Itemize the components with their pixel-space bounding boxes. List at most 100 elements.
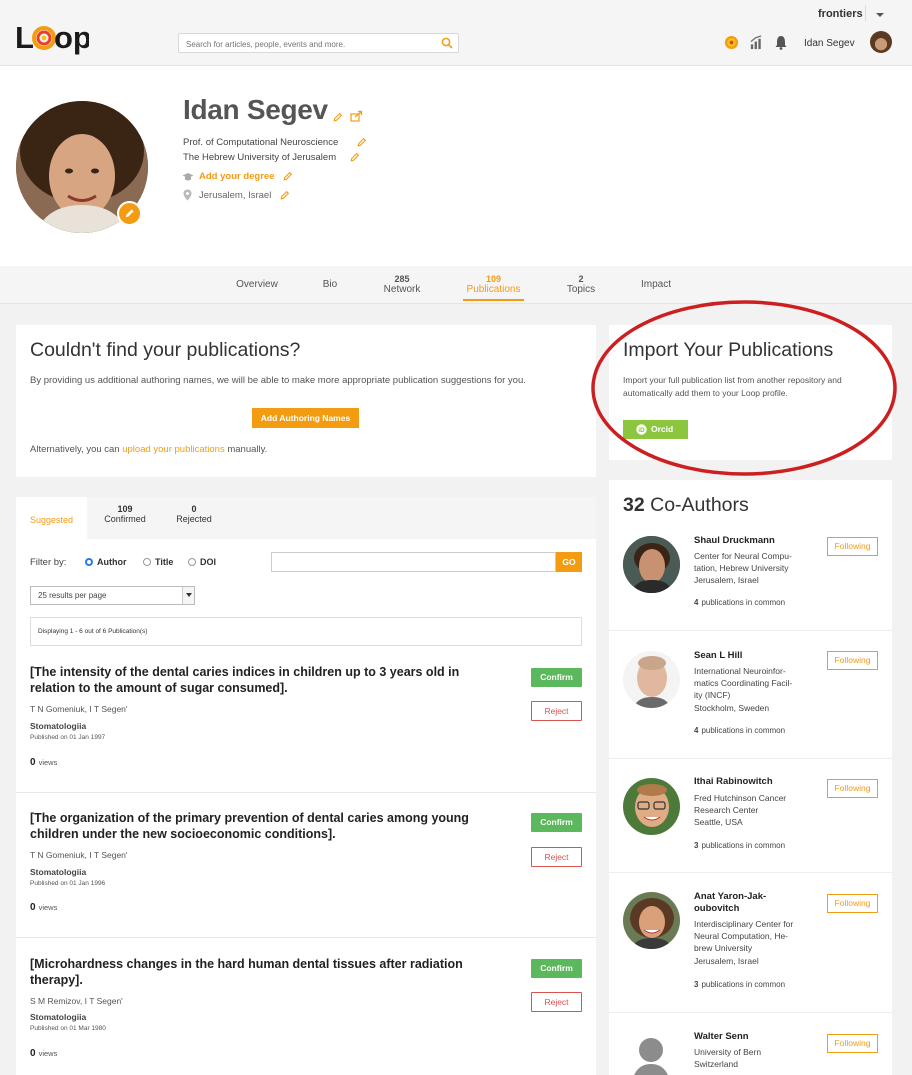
edit-name-pencil-icon[interactable] bbox=[333, 112, 343, 122]
coauthor-divider bbox=[609, 630, 892, 631]
chevron-down-icon[interactable] bbox=[873, 9, 887, 21]
confirm-button[interactable]: Confirm bbox=[531, 668, 582, 687]
loop-logo[interactable]: L op bbox=[15, 19, 89, 55]
following-button[interactable]: Following bbox=[827, 779, 878, 798]
header-user-name[interactable]: Idan Segev bbox=[804, 38, 855, 49]
coauthor-avatar[interactable] bbox=[623, 651, 680, 708]
rejected-label: Rejected bbox=[176, 514, 212, 524]
common-label: publications in common bbox=[701, 980, 786, 989]
common-count: 4 bbox=[694, 726, 699, 735]
reject-button[interactable]: Reject bbox=[531, 847, 582, 867]
filter-doi-radio[interactable]: DOI bbox=[188, 557, 216, 567]
add-degree-link[interactable]: Add your degree bbox=[199, 171, 275, 182]
publication-authors: T N Gomeniuk, I T Segen' bbox=[30, 704, 128, 714]
affiliation-line: tation, Hebrew University bbox=[694, 563, 789, 574]
following-button[interactable]: Following bbox=[827, 1034, 878, 1053]
per-page-select[interactable]: 25 results per page bbox=[30, 586, 195, 605]
loop-coin-icon[interactable] bbox=[724, 35, 739, 50]
pub-tab-suggested[interactable]: Suggested bbox=[30, 515, 73, 525]
radio-selected-icon bbox=[85, 558, 93, 566]
reject-button[interactable]: Reject bbox=[531, 701, 582, 721]
share-icon[interactable] bbox=[350, 110, 363, 122]
publication-views: 0 views bbox=[30, 1048, 57, 1059]
frontiers-brand-link[interactable]: frontiers bbox=[818, 8, 863, 20]
tab-bio[interactable]: Bio bbox=[316, 279, 344, 290]
coauthor-name[interactable]: Walter Senn bbox=[694, 1031, 804, 1043]
publication-title[interactable]: [The intensity of the dental caries indi… bbox=[30, 664, 490, 696]
coauthor-avatar[interactable] bbox=[623, 778, 680, 835]
coauthor-avatar[interactable] bbox=[623, 536, 680, 593]
views-count: 0 bbox=[30, 902, 36, 913]
affiliation-line: International Neuroinfor- bbox=[694, 666, 786, 676]
search-box[interactable] bbox=[178, 33, 459, 54]
views-label: views bbox=[38, 758, 58, 767]
publication-title[interactable]: [Microhardness changes in the hard human… bbox=[30, 956, 490, 988]
profile-location: Jerusalem, Israel bbox=[199, 190, 272, 201]
tab-overview[interactable]: Overview bbox=[229, 279, 285, 290]
find-publications-text: By providing us additional authoring nam… bbox=[30, 375, 526, 386]
affiliation-line: Seattle, USA bbox=[694, 817, 743, 828]
common-label: publications in common bbox=[701, 726, 786, 735]
coauthor-affiliation: University of Bern Switzerland bbox=[694, 1046, 812, 1070]
coauthor-name[interactable]: Ithai Rabinowitch bbox=[694, 776, 804, 788]
coauthor-name[interactable]: Anat Yaron-Jak- oubovitch bbox=[694, 891, 804, 915]
following-button[interactable]: Following bbox=[827, 894, 878, 913]
coauthor-avatar[interactable] bbox=[623, 892, 680, 949]
reject-button[interactable]: Reject bbox=[531, 992, 582, 1012]
search-input[interactable] bbox=[179, 35, 429, 54]
confirmed-count: 109 bbox=[117, 504, 133, 514]
header-divider bbox=[865, 5, 866, 21]
edit-photo-button[interactable] bbox=[117, 201, 142, 226]
views-count: 0 bbox=[30, 1048, 36, 1059]
views-count: 0 bbox=[30, 757, 36, 768]
add-authoring-names-button[interactable]: Add Authoring Names bbox=[252, 408, 359, 428]
location-pin-icon bbox=[183, 189, 192, 201]
bell-icon[interactable] bbox=[774, 35, 788, 50]
publication-divider bbox=[16, 792, 596, 793]
pub-tab-confirmed[interactable]: 109 Confirmed bbox=[100, 504, 150, 524]
alt-suffix: manually. bbox=[224, 444, 268, 455]
coauthor-affiliation: Interdisciplinary Center for Neural Compu… bbox=[694, 918, 812, 967]
edit-position-pencil-icon[interactable] bbox=[357, 137, 367, 147]
following-button[interactable]: Following bbox=[827, 651, 878, 670]
upload-alternative-text: Alternatively, you can upload your publi… bbox=[30, 443, 267, 456]
coauthor-name[interactable]: Shaul Druckmann bbox=[694, 535, 804, 547]
coauthors-title: 32 Co-Authors bbox=[623, 494, 749, 517]
filter-input[interactable] bbox=[271, 552, 556, 572]
publication-journal: Stomatologiia bbox=[30, 1012, 87, 1022]
affiliation-line: University of Bern bbox=[694, 1047, 762, 1057]
affiliation-line: Stockholm, Sweden bbox=[694, 702, 770, 713]
search-icon[interactable] bbox=[441, 37, 453, 49]
tab-network[interactable]: 285 Network bbox=[377, 274, 427, 295]
confirm-button[interactable]: Confirm bbox=[531, 813, 582, 832]
coauthor-name[interactable]: Sean L Hill bbox=[694, 650, 804, 662]
publication-title[interactable]: [The organization of the primary prevent… bbox=[30, 810, 490, 842]
go-button[interactable]: GO bbox=[556, 552, 582, 572]
coauthor-divider bbox=[609, 872, 892, 873]
radio-icon bbox=[143, 558, 151, 566]
tab-impact[interactable]: Impact bbox=[634, 279, 678, 290]
edit-institution-pencil-icon[interactable] bbox=[350, 152, 360, 162]
upload-publications-link[interactable]: upload your publications bbox=[122, 444, 224, 455]
confirm-button[interactable]: Confirm bbox=[531, 959, 582, 978]
pencil-icon bbox=[125, 209, 134, 218]
coauthor-affiliation: International Neuroinfor-matics Coordina… bbox=[694, 665, 812, 714]
filter-label: Filter by: bbox=[30, 557, 67, 568]
user-avatar[interactable] bbox=[870, 31, 892, 53]
edit-location-pencil-icon[interactable] bbox=[280, 190, 290, 200]
top-navbar: L op frontiers Idan Segev bbox=[0, 0, 912, 66]
filter-title-radio[interactable]: Title bbox=[143, 557, 173, 567]
pub-tab-rejected[interactable]: 0 Rejected bbox=[172, 504, 216, 524]
affiliation-line: Interdisciplinary Center for bbox=[694, 919, 794, 929]
edit-degree-pencil-icon[interactable] bbox=[283, 171, 293, 181]
confirmed-label: Confirmed bbox=[104, 514, 146, 524]
coauthor-affiliation: Center for Neural Compu-tation, Hebrew U… bbox=[694, 550, 812, 587]
filter-author-radio[interactable]: Author bbox=[85, 557, 127, 567]
stats-icon[interactable] bbox=[749, 35, 764, 50]
tab-topics[interactable]: 2 Topics bbox=[561, 274, 601, 295]
author-option-label: Author bbox=[97, 557, 127, 567]
affiliation-line: Center for Neural Compu- bbox=[694, 551, 792, 561]
following-button[interactable]: Following bbox=[827, 537, 878, 556]
common-count: 3 bbox=[694, 980, 699, 989]
tab-publications[interactable]: 109 Publications bbox=[463, 274, 524, 301]
